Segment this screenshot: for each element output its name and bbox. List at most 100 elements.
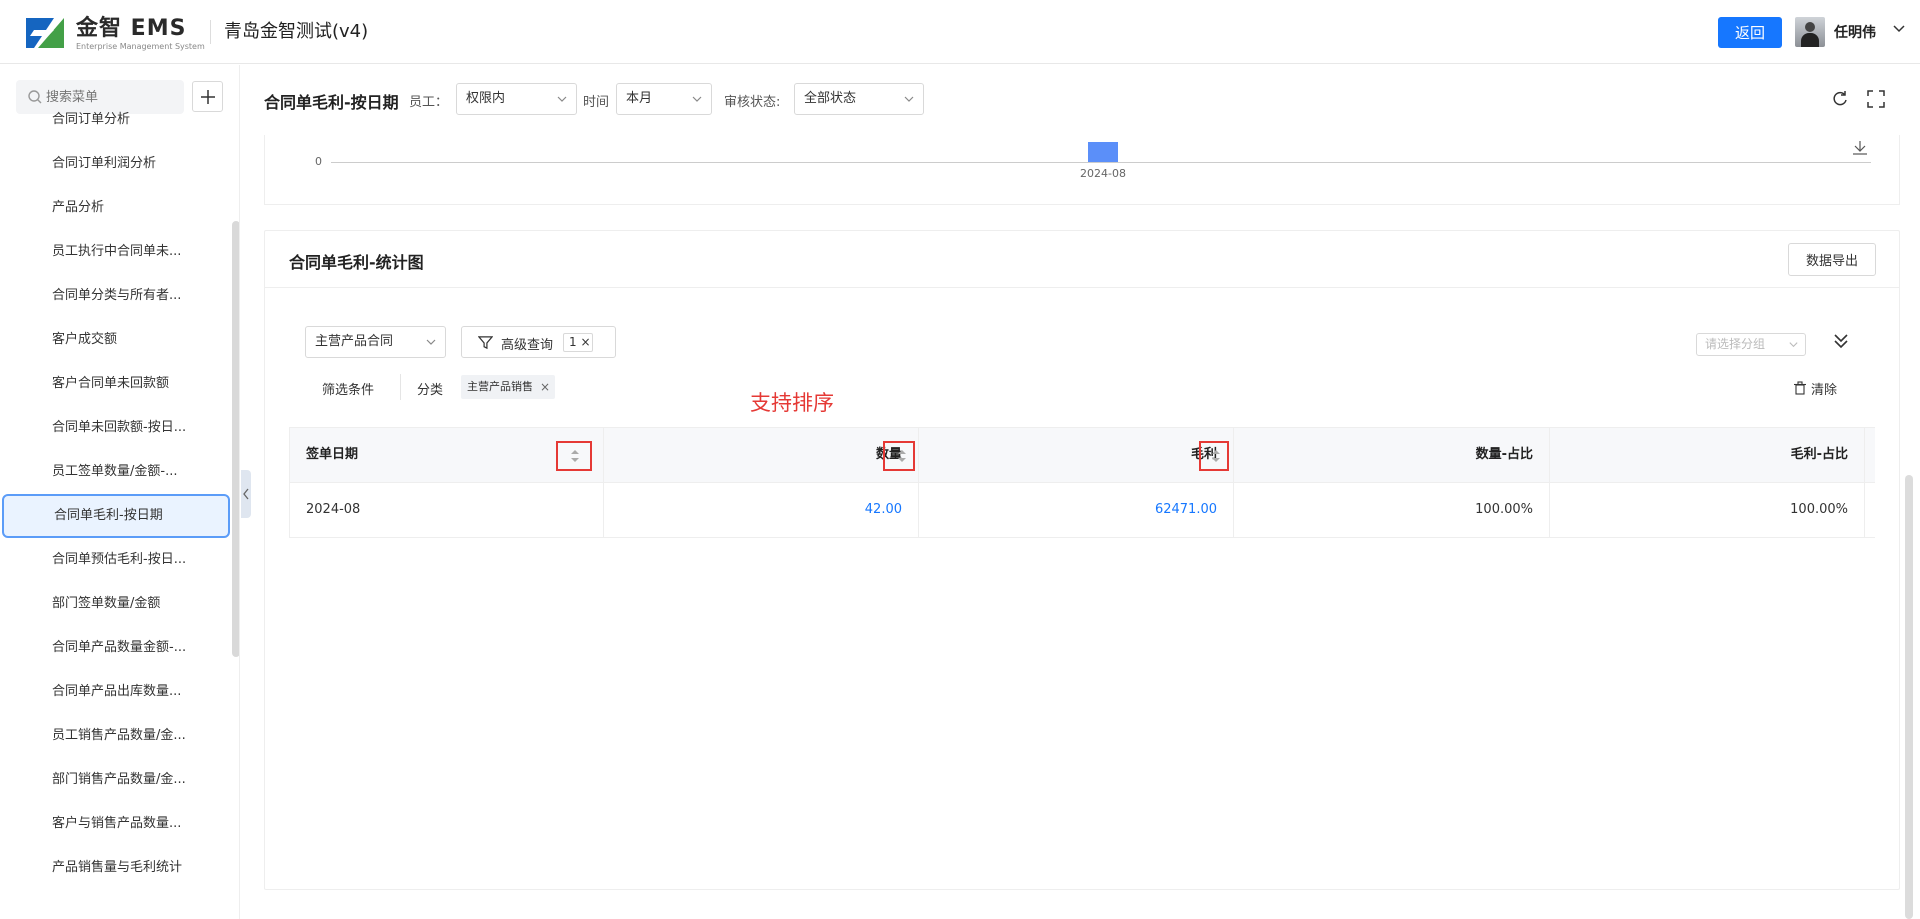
fullscreen-icon[interactable] <box>1866 89 1886 109</box>
filter-condition-label: 筛选条件 <box>322 383 375 398</box>
trash-icon <box>1794 381 1806 395</box>
logo[interactable]: 金智 EMS Enterprise Management System <box>24 16 205 52</box>
user-name[interactable]: 任明伟 <box>1834 22 1876 42</box>
chart-bar[interactable] <box>1088 142 1118 162</box>
group-select-placeholder: 请选择分组 <box>1705 337 1766 351</box>
employee-select[interactable]: 权限内 <box>456 83 577 115</box>
sidebar-item[interactable]: 员工签单数量/金额-... <box>0 450 232 494</box>
cell-profit-ratio: 100.00% <box>1550 483 1865 537</box>
employee-label: 员工： <box>409 95 449 110</box>
advanced-query-button[interactable]: 高级查询 1 × <box>461 326 616 358</box>
sidebar-item[interactable]: 合同单未回款额-按日... <box>0 406 232 450</box>
content-scrollbar[interactable] <box>1905 475 1913 919</box>
status-select-value: 全部状态 <box>804 91 857 106</box>
stats-header: 合同单毛利-统计图 数据导出 <box>265 231 1899 288</box>
close-icon[interactable]: × <box>540 375 550 399</box>
sidebar-item[interactable]: 客户合同单未回款额 <box>0 362 232 406</box>
contract-type-select[interactable]: 主营产品合同 <box>305 326 446 358</box>
time-select[interactable]: 本月 <box>616 83 712 115</box>
sidebar-item[interactable]: 员工销售产品数量/金... <box>0 714 232 758</box>
y-tick-label: 0 <box>315 155 322 168</box>
chevron-down-icon <box>692 96 702 102</box>
sidebar-item[interactable]: 部门销售产品数量/金... <box>0 758 232 802</box>
advanced-query-count[interactable]: 1 × <box>563 333 593 352</box>
page-title: 合同单毛利-按日期 <box>264 93 399 112</box>
sidebar-collapse-toggle[interactable] <box>241 470 251 518</box>
column-header-quantity[interactable]: 数量 <box>604 428 919 482</box>
sidebar-item[interactable]: 客户成交额 <box>0 318 232 362</box>
sort-toggle-date[interactable] <box>556 441 592 471</box>
status-select[interactable]: 全部状态 <box>794 83 924 115</box>
expand-icon[interactable] <box>1831 331 1851 351</box>
sidebar-item[interactable]: 合同订单分析 <box>0 98 232 142</box>
sidebar-item[interactable]: 部门签单数量/金额 <box>0 582 232 626</box>
logo-title: 金智 EMS <box>76 16 187 41</box>
status-label: 审核状态: <box>724 95 781 110</box>
contract-type-value: 主营产品合同 <box>315 334 394 349</box>
sidebar-item[interactable]: 合同订单利润分析 <box>0 142 232 186</box>
export-button[interactable]: 数据导出 <box>1788 243 1876 276</box>
table-header: 签单日期 数量 毛利 数量-占比 毛利-占比 <box>289 427 1875 483</box>
sort-icon <box>1212 450 1220 462</box>
sidebar-item[interactable]: 合同单预估毛利-按日... <box>0 538 232 582</box>
avatar[interactable] <box>1795 17 1825 47</box>
clear-label: 清除 <box>1811 383 1838 398</box>
filter-tag-label: 主营产品销售 <box>467 380 533 393</box>
column-header-label: 数量-占比 <box>1475 447 1533 462</box>
sort-toggle-quantity[interactable] <box>883 441 915 471</box>
cell-date: 2024-08 <box>289 483 604 537</box>
advanced-query-label: 高级查询 <box>501 338 554 353</box>
sidebar: 合同订单分析合同订单利润分析产品分析员工执行中合同单未...合同单分类与所有者.… <box>0 65 240 919</box>
clear-button[interactable]: 清除 <box>1794 379 1838 398</box>
stats-card: 合同单毛利-统计图 数据导出 主营产品合同 高级查询 1 × 请选择分组 筛选条… <box>264 230 1900 890</box>
sort-icon <box>571 450 579 462</box>
sidebar-item[interactable]: 合同单分类与所有者... <box>0 274 232 318</box>
top-header: 金智 EMS Enterprise Management System 青岛金智… <box>0 0 1920 64</box>
sidebar-item[interactable]: 产品分析 <box>0 186 232 230</box>
refresh-icon[interactable] <box>1830 89 1850 109</box>
toolbar: 合同单毛利-按日期 员工： 权限内 时间 本月 审核状态: 全部状态 <box>252 65 1920 135</box>
sidebar-item[interactable]: 产品销售量与毛利统计 <box>0 846 232 890</box>
chevron-down-icon[interactable] <box>1892 22 1906 36</box>
chevron-left-icon <box>243 488 249 500</box>
chevron-down-icon <box>557 96 567 102</box>
sidebar-item[interactable]: 客户与销售产品数量... <box>0 802 232 846</box>
chevron-down-icon <box>426 339 436 345</box>
chart-card: 0 2024-08 <box>264 135 1900 205</box>
group-select[interactable]: 请选择分组 <box>1696 333 1806 356</box>
chevron-down-icon <box>904 96 914 102</box>
sort-annotation: 支持排序 <box>750 391 834 415</box>
chevron-down-icon <box>1789 342 1798 348</box>
column-header-profit-ratio[interactable]: 毛利-占比 <box>1550 428 1865 482</box>
filter-tag: 主营产品销售 × <box>461 375 555 399</box>
cell-quantity-link[interactable]: 42.00 <box>604 483 919 537</box>
category-label: 分类 <box>417 383 444 398</box>
sidebar-item[interactable]: 员工执行中合同单未... <box>0 230 232 274</box>
time-select-value: 本月 <box>626 91 653 106</box>
download-icon[interactable] <box>1851 139 1869 157</box>
employee-select-value: 权限内 <box>466 91 506 106</box>
sidebar-item[interactable]: 合同单产品数量金额-... <box>0 626 232 670</box>
header-divider <box>210 20 211 44</box>
sidebar-item[interactable]: 合同单毛利-按日期 <box>2 494 230 538</box>
logo-subtitle: Enterprise Management System <box>76 42 205 51</box>
back-button[interactable]: 返回 <box>1718 17 1782 48</box>
cell-profit-link[interactable]: 62471.00 <box>919 483 1234 537</box>
column-header-quantity-ratio[interactable]: 数量-占比 <box>1234 428 1550 482</box>
x-axis-line <box>331 162 1871 163</box>
cell-quantity-ratio: 100.00% <box>1234 483 1550 537</box>
table-row: 2024-08 42.00 62471.00 100.00% 100.00% <box>289 483 1875 538</box>
filter-divider <box>400 374 401 400</box>
column-header-profit[interactable]: 毛利 <box>919 428 1234 482</box>
sidebar-scrollbar[interactable] <box>232 221 239 657</box>
column-header-label: 毛利-占比 <box>1790 447 1848 462</box>
sidebar-item[interactable]: 合同单产品出库数量... <box>0 670 232 714</box>
sort-icon <box>898 450 906 462</box>
company-name: 青岛金智测试(v4) <box>224 21 369 42</box>
column-header-label: 签单日期 <box>306 447 359 462</box>
sort-toggle-profit[interactable] <box>1199 441 1229 471</box>
time-label: 时间 <box>583 95 610 110</box>
filter-icon <box>478 336 493 350</box>
stats-title: 合同单毛利-统计图 <box>289 253 424 272</box>
advanced-query-count-value: 1 <box>569 335 577 349</box>
